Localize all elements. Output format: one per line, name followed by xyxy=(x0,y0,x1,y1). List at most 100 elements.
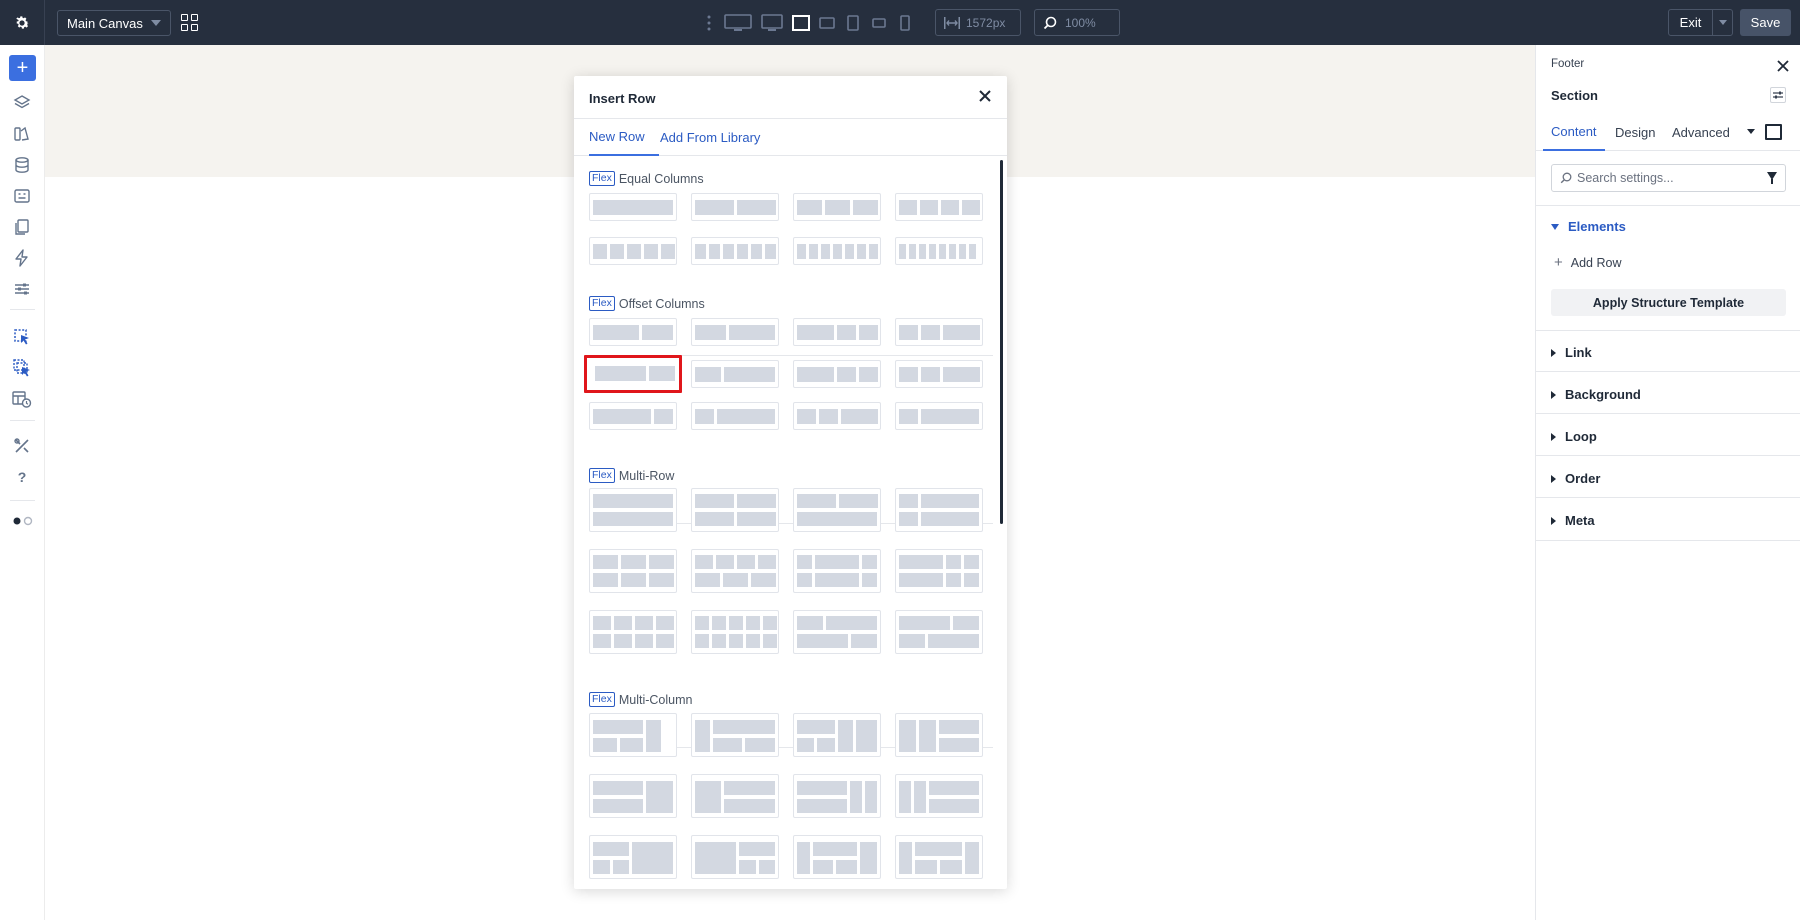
database-icon[interactable] xyxy=(10,153,34,177)
layout-multi-row[interactable] xyxy=(793,610,881,654)
tab-new-row[interactable]: New Row xyxy=(589,119,659,156)
layout-multi-column[interactable] xyxy=(895,713,983,757)
lightning-icon[interactable] xyxy=(10,246,34,270)
phone-landscape-icon[interactable] xyxy=(866,11,892,35)
modal-scrollbar[interactable] xyxy=(1000,160,1003,524)
group-meta[interactable]: Meta xyxy=(1551,513,1595,528)
layout-offset-columns[interactable] xyxy=(793,318,881,346)
layers-icon[interactable] xyxy=(10,91,34,115)
more-vertical-icon[interactable] xyxy=(698,11,720,35)
desktop-wide-icon[interactable] xyxy=(720,11,756,35)
group-link[interactable]: Link xyxy=(1551,345,1592,360)
layout-multi-column[interactable] xyxy=(589,774,677,818)
layout-equal-columns[interactable] xyxy=(793,237,881,265)
tools-icon[interactable] xyxy=(10,434,34,458)
layout-offset-columns[interactable] xyxy=(589,318,677,346)
desktop-icon[interactable] xyxy=(756,11,788,35)
help-icon[interactable]: ? xyxy=(10,465,34,489)
layout-multi-column[interactable] xyxy=(691,713,779,757)
select-cursor-icon[interactable] xyxy=(10,325,34,349)
layout-history-icon[interactable] xyxy=(10,387,34,411)
layout-multi-column[interactable] xyxy=(589,713,677,757)
layout-multi-row[interactable] xyxy=(691,488,779,532)
layout-multi-column[interactable] xyxy=(793,774,881,818)
chevron-down-icon[interactable] xyxy=(1747,129,1755,134)
tile-column-block xyxy=(962,200,980,215)
layout-multi-column[interactable] xyxy=(895,774,983,818)
layout-multi-row[interactable] xyxy=(589,488,677,532)
layout-equal-columns[interactable] xyxy=(793,193,881,221)
layout-equal-columns[interactable] xyxy=(691,193,779,221)
preset-settings-icon[interactable] xyxy=(1770,87,1786,103)
layout-offset-columns[interactable] xyxy=(691,318,779,346)
layout-offset-columns[interactable] xyxy=(793,360,881,388)
close-icon[interactable] xyxy=(977,88,993,104)
filter-icon[interactable] xyxy=(1767,172,1777,184)
exit-button[interactable]: Exit xyxy=(1668,9,1733,36)
layout-multi-column[interactable] xyxy=(589,835,677,879)
layout-multi-row[interactable] xyxy=(589,610,677,654)
layout-multi-row[interactable] xyxy=(895,549,983,593)
add-element-button[interactable]: + xyxy=(9,55,36,81)
chevron-down-icon[interactable] xyxy=(1719,20,1727,25)
layout-multi-row[interactable] xyxy=(691,549,779,593)
sliders-icon[interactable] xyxy=(10,277,34,301)
settings-search[interactable] xyxy=(1551,164,1786,192)
tablet-landscape-icon[interactable] xyxy=(814,11,840,35)
tab-design[interactable]: Design xyxy=(1615,113,1655,151)
view-mode-square-icon[interactable] xyxy=(1765,124,1782,140)
layout-offset-columns[interactable] xyxy=(793,402,881,430)
pages-icon[interactable] xyxy=(10,215,34,239)
group-elements[interactable]: Elements xyxy=(1551,219,1626,234)
group-order[interactable]: Order xyxy=(1551,471,1600,486)
laptop-icon-active[interactable] xyxy=(788,11,814,35)
layout-multi-row[interactable] xyxy=(589,549,677,593)
template-icon[interactable] xyxy=(10,184,34,208)
layout-multi-row[interactable] xyxy=(793,488,881,532)
grid-view-icon[interactable] xyxy=(181,14,199,32)
layout-multi-row[interactable] xyxy=(895,488,983,532)
canvas-select[interactable]: Main Canvas xyxy=(57,10,171,36)
canvas-width-field[interactable]: 1572px xyxy=(935,9,1021,36)
apply-structure-template-button[interactable]: Apply Structure Template xyxy=(1551,289,1786,316)
search-input[interactable] xyxy=(1577,171,1757,185)
layout-multi-column[interactable] xyxy=(691,835,779,879)
layout-offset-columns[interactable] xyxy=(895,318,983,346)
layout-equal-columns[interactable] xyxy=(589,193,677,221)
layout-equal-columns[interactable] xyxy=(589,237,677,265)
tile-column-block xyxy=(943,367,980,382)
layout-multi-column[interactable] xyxy=(895,835,983,879)
breadcrumb[interactable]: Footer xyxy=(1551,58,1584,70)
layout-equal-columns[interactable] xyxy=(691,237,779,265)
layout-multi-column[interactable] xyxy=(793,835,881,879)
layout-multi-row[interactable] xyxy=(691,610,779,654)
tablet-portrait-icon[interactable] xyxy=(840,11,866,35)
layout-offset-columns[interactable] xyxy=(895,402,983,430)
layout-offset-columns[interactable] xyxy=(691,360,779,388)
settings-gear-icon[interactable] xyxy=(0,0,45,45)
tab-content[interactable]: Content xyxy=(1543,113,1605,151)
layout-equal-columns[interactable] xyxy=(895,237,983,265)
group-background[interactable]: Background xyxy=(1551,387,1641,402)
add-row-button[interactable]: + Add Row xyxy=(1554,254,1622,271)
theme-toggle-icon[interactable] xyxy=(10,509,34,533)
layout-multi-row[interactable] xyxy=(793,549,881,593)
theme-builder-icon[interactable] xyxy=(10,122,34,146)
layout-equal-columns[interactable] xyxy=(895,193,983,221)
multi-select-icon[interactable] xyxy=(10,356,34,380)
layout-offset-columns-selected[interactable] xyxy=(584,355,682,393)
layout-offset-columns[interactable] xyxy=(691,402,779,430)
layout-multi-row[interactable] xyxy=(895,610,983,654)
group-loop[interactable]: Loop xyxy=(1551,429,1597,444)
save-button[interactable]: Save xyxy=(1740,9,1791,36)
layout-multi-column[interactable] xyxy=(793,713,881,757)
layout-multi-column[interactable] xyxy=(691,774,779,818)
close-icon[interactable] xyxy=(1776,59,1790,73)
tile-column-block xyxy=(621,573,646,587)
zoom-field[interactable]: 100% xyxy=(1034,9,1120,36)
tab-advanced[interactable]: Advanced xyxy=(1672,113,1730,151)
phone-portrait-icon[interactable] xyxy=(892,11,918,35)
layout-offset-columns[interactable] xyxy=(589,402,677,430)
layout-offset-columns[interactable] xyxy=(895,360,983,388)
tab-add-from-library[interactable]: Add From Library xyxy=(660,119,760,156)
